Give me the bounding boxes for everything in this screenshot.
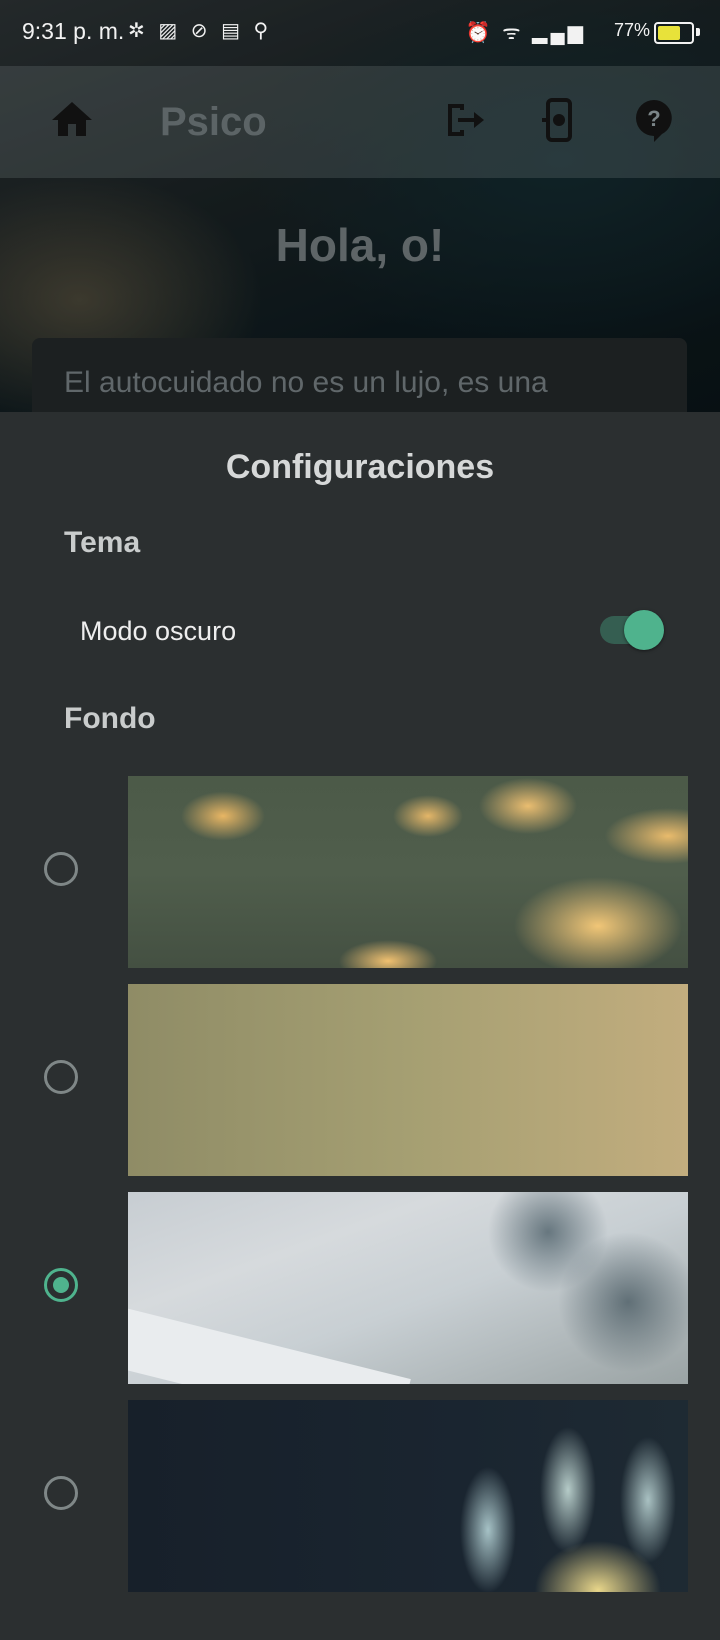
sand-thumbnail[interactable] [128,984,688,1176]
radio-beach[interactable] [44,1268,78,1302]
dark-mode-toggle[interactable] [600,610,664,650]
battery-tip [696,28,700,36]
status-time: 9:31 p. m. [22,18,125,44]
lotus-thumbnail[interactable] [128,1400,688,1592]
radio-lotus[interactable] [44,1476,78,1510]
status-bar: 9:31 p. m. ✲ ▨ ⊘ ▤ ⚲ ⏰ ᯤ ▂▄▆ 77% [0,0,720,66]
background-option-beach[interactable] [0,1192,720,1384]
dark-mode-label: Modo oscuro [80,616,237,646]
app-bar: ? [0,66,720,178]
theme-heading: Tema [64,526,141,559]
help-icon[interactable]: ? [630,96,678,144]
system-icons: ⏰ ᯤ ▂▄▆ [465,22,586,44]
radio-clouds[interactable] [44,852,78,886]
notification-icons: ✲ ▨ ⊘ ▤ ⚲ [128,20,273,42]
background-heading: Fondo [64,702,156,735]
background-option-sand[interactable] [0,984,720,1176]
toggle-thumb [624,610,664,650]
quote-text: El autocuidado no es un lujo, es una [64,366,548,399]
sheet-title: Configuraciones [225,448,495,486]
greeting-text: Hola, o! [275,219,445,271]
home-icon[interactable] [48,96,96,144]
logout-icon[interactable] [438,96,486,144]
settings-sheet: Configuraciones Tema Modo oscuro Fondo [0,412,720,1640]
device-settings-icon[interactable] [534,96,582,144]
radio-sand[interactable] [44,1060,78,1094]
background-option-lotus[interactable] [0,1400,720,1592]
beach-foam [128,1306,411,1384]
battery-level [658,26,680,40]
battery-percent: 77% [613,20,650,40]
clouds-thumbnail[interactable] [128,776,688,968]
background-option-clouds[interactable] [0,776,720,968]
beach-thumbnail[interactable] [128,1192,688,1384]
app-title: Psico [160,100,267,144]
battery-icon [654,22,694,44]
svg-text:?: ? [647,106,660,131]
